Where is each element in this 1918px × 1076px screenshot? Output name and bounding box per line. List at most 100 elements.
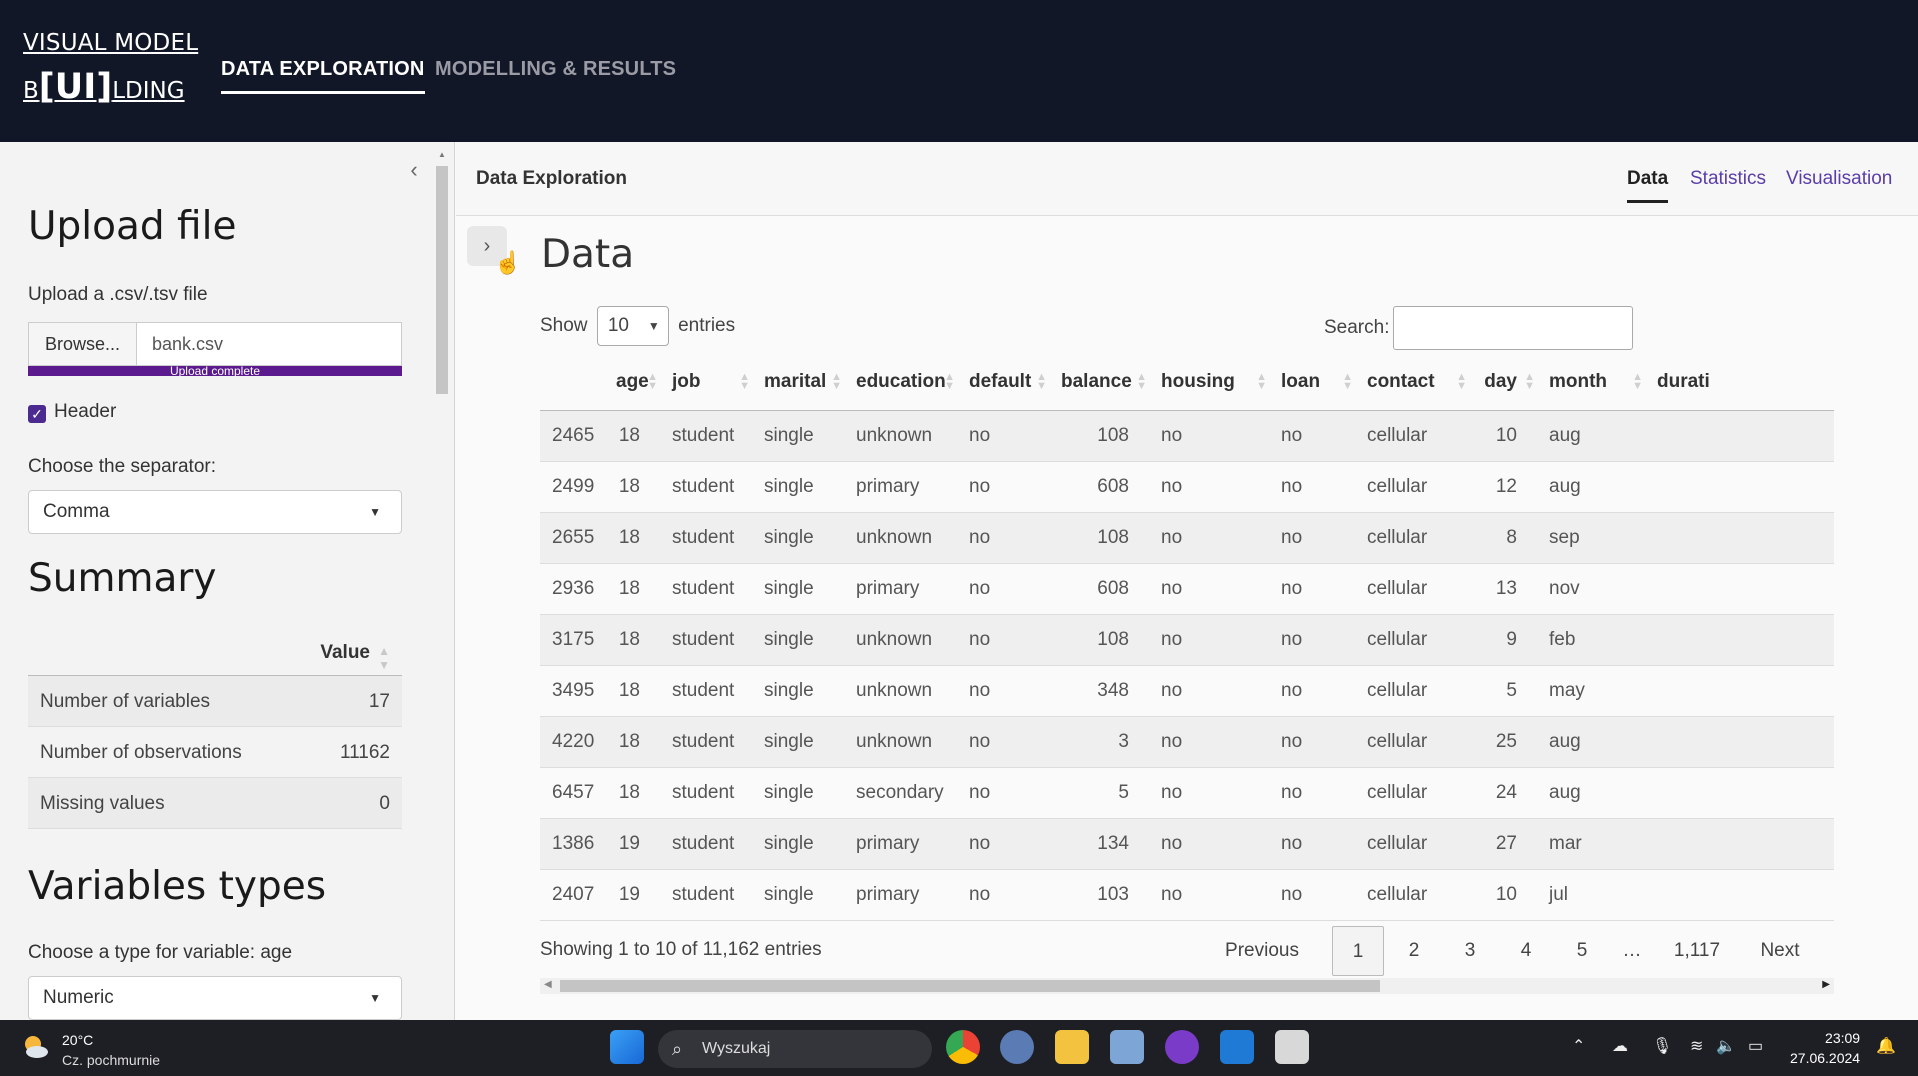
start-windows-icon[interactable]: [610, 1030, 644, 1064]
next-button[interactable]: Next: [1746, 926, 1814, 976]
github-desktop-icon[interactable]: [1165, 1030, 1199, 1064]
table-row[interactable]: 2465 18 student single unknown no 108 no no cellu…: [540, 410, 1834, 462]
column-header-education[interactable]: education ▲ ▼: [848, 354, 961, 411]
cell-marital: single: [756, 665, 848, 717]
cell-age: 18: [608, 563, 664, 615]
cell-education: unknown: [848, 665, 961, 717]
scroll-left-icon[interactable]: ◀: [544, 979, 552, 990]
browse-button[interactable]: Browse...: [29, 323, 137, 365]
chevron-up-icon[interactable]: ⌃: [1572, 1036, 1585, 1056]
progress-text: Upload complete: [169, 366, 261, 376]
page-3-button[interactable]: 3: [1444, 926, 1496, 976]
page-1-button[interactable]: 1: [1332, 926, 1384, 976]
page-2-button[interactable]: 2: [1388, 926, 1440, 976]
cell-default: no: [961, 869, 1053, 921]
microphone-icon[interactable]: 🎙: [1652, 1036, 1672, 1056]
column-header-loan[interactable]: loan ▲ ▼: [1273, 354, 1359, 411]
cell-durati: [1649, 563, 1834, 615]
cell-job: student: [664, 818, 756, 870]
file-explorer-icon[interactable]: [1055, 1030, 1089, 1064]
column-header-balance[interactable]: balance ▲ ▼: [1053, 354, 1153, 411]
search-input[interactable]: [1393, 306, 1634, 350]
cell-age: 18: [608, 461, 664, 513]
nav-modelling-results[interactable]: MODELLING & RESULTS: [435, 58, 676, 81]
cell-durati: [1649, 818, 1834, 870]
column-header-age[interactable]: age ▲ ▼: [608, 354, 664, 411]
cell-marital: single: [756, 512, 848, 564]
cell-education: secondary: [848, 767, 961, 819]
vscode-icon[interactable]: [1220, 1030, 1254, 1064]
sidebar-scrollbar[interactable]: ▲: [434, 150, 450, 1020]
table-row[interactable]: 3495 18 student single unknown no 348 no no cellu…: [540, 665, 1834, 717]
cell-day: 24: [1473, 767, 1541, 819]
cell-job: student: [664, 614, 756, 666]
cell-balance: 108: [1053, 410, 1153, 462]
scrollbar-thumb[interactable]: [560, 980, 1380, 992]
column-header-contact[interactable]: contact ▲ ▼: [1359, 354, 1473, 411]
cell-education: primary: [848, 818, 961, 870]
clock[interactable]: 23:09 27.06.2024: [1790, 1028, 1860, 1068]
separator-select[interactable]: Comma ▼: [28, 490, 402, 534]
r-app-icon[interactable]: [1000, 1030, 1034, 1064]
table-row[interactable]: 2407 19 student single primary no 103 no no cellu…: [540, 869, 1834, 921]
header-checkbox-row[interactable]: ✓ Header: [28, 401, 116, 423]
cell-housing: no: [1153, 665, 1273, 717]
page-length-select[interactable]: 10 ▼: [596, 306, 669, 346]
table-row[interactable]: 6457 18 student single secondary no 5 no no cellu…: [540, 767, 1834, 819]
row-index-cell: 1386: [540, 818, 608, 870]
nav-data-exploration[interactable]: DATA EXPLORATION: [221, 58, 425, 94]
table-row[interactable]: 4220 18 student single unknown no 3 no no cellula…: [540, 716, 1834, 768]
cell-job: student: [664, 410, 756, 462]
collapse-sidebar-chevron-left-icon[interactable]: ‹: [400, 156, 428, 184]
scrollbar-thumb[interactable]: [436, 166, 448, 394]
brand-logo[interactable]: VISUAL MODEL B[UI]LDING: [23, 25, 198, 111]
sort-icon: ▲ ▼: [378, 644, 390, 672]
variable-type-select[interactable]: Numeric ▼: [28, 976, 402, 1020]
table-row[interactable]: 3175 18 student single unknown no 108 no no cellu…: [540, 614, 1834, 666]
column-header-month[interactable]: month ▲ ▼: [1541, 354, 1649, 411]
column-header-default[interactable]: default ▲ ▼: [961, 354, 1053, 411]
column-header-durati[interactable]: durati: [1649, 354, 1834, 411]
file-input[interactable]: Browse... bank.csv: [28, 322, 402, 366]
header-checkbox[interactable]: ✓: [28, 405, 46, 423]
column-header-job[interactable]: job ▲ ▼: [664, 354, 756, 411]
value-column-header[interactable]: Value: [320, 642, 370, 664]
tab-statistics[interactable]: Statistics: [1690, 168, 1766, 190]
summary-heading: Summary: [28, 556, 217, 601]
page-4-button[interactable]: 4: [1500, 926, 1552, 976]
last-page-button[interactable]: 1,117: [1660, 926, 1734, 976]
table-horizontal-scrollbar[interactable]: ◀ ▶: [540, 978, 1834, 994]
top-navbar: VISUAL MODEL B[UI]LDING DATA EXPLORATION…: [0, 0, 1918, 142]
cell-balance: 348: [1053, 665, 1153, 717]
snipping-tool-icon[interactable]: [1275, 1030, 1309, 1064]
table-row[interactable]: 1386 19 student single primary no 134 no no cellu…: [540, 818, 1834, 870]
taskbar-search[interactable]: ⌕ Wyszukaj: [658, 1030, 932, 1068]
speaker-icon[interactable]: 🔈: [1716, 1036, 1736, 1056]
column-header-marital[interactable]: marital ▲ ▼: [756, 354, 848, 411]
row-index-cell: 2465: [540, 410, 608, 462]
column-header-housing[interactable]: housing ▲ ▼: [1153, 354, 1273, 411]
wifi-icon[interactable]: ≋: [1690, 1036, 1703, 1056]
row-index-header[interactable]: [540, 354, 608, 411]
cell-day: 13: [1473, 563, 1541, 615]
page-5-button[interactable]: 5: [1556, 926, 1608, 976]
cell-month: mar: [1541, 818, 1649, 870]
table-row[interactable]: 2936 18 student single primary no 608 no no cellu…: [540, 563, 1834, 615]
row-index-cell: 2655: [540, 512, 608, 564]
cell-marital: single: [756, 869, 848, 921]
scroll-right-icon[interactable]: ▶: [1822, 979, 1830, 990]
battery-icon[interactable]: ▭: [1748, 1036, 1763, 1056]
scroll-up-icon[interactable]: ▲: [438, 150, 446, 159]
chrome-icon[interactable]: [946, 1030, 980, 1064]
column-header-day[interactable]: day ▲ ▼: [1473, 354, 1541, 411]
cell-month: sep: [1541, 512, 1649, 564]
sort-icon: ▲ ▼: [1524, 371, 1535, 392]
onedrive-cloud-icon[interactable]: ☁: [1612, 1036, 1628, 1056]
photos-icon[interactable]: [1110, 1030, 1144, 1064]
table-row[interactable]: 2655 18 student single unknown no 108 no no cellu…: [540, 512, 1834, 564]
previous-button[interactable]: Previous: [1216, 926, 1308, 976]
tab-data[interactable]: Data: [1627, 168, 1669, 203]
table-row[interactable]: 2499 18 student single primary no 608 no no cellu…: [540, 461, 1834, 513]
notification-bell-icon[interactable]: 🔔: [1876, 1036, 1896, 1056]
tab-visualisation[interactable]: Visualisation: [1786, 168, 1892, 190]
